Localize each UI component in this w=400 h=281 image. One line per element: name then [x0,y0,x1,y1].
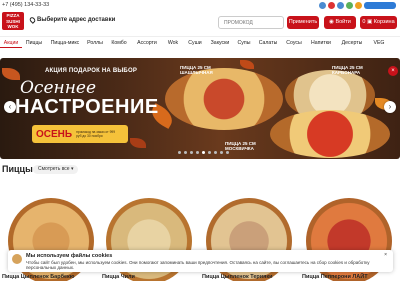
carousel-dots [178,151,229,154]
vk-icon[interactable] [319,2,326,9]
nav-item-pizzas[interactable]: Пиццы [22,37,46,48]
product-names: Пицца Цыпленок Барбекю Пицца Чили Пицца … [0,274,400,280]
banner-label-carbonara: ПИЦЦА 25 СМ КАРБОНАРА [332,65,363,75]
category-nav: Акции Пиццы Пицца-микс Роллы Комбо Ассор… [0,36,400,48]
banner-close-button[interactable]: × [388,66,398,76]
section-title: Пиццы [2,164,33,174]
cart-button[interactable]: 0 ▣ Корзина [360,16,397,29]
location-pin-icon [28,16,37,24]
phone-link[interactable]: +7 (495) 134-33-33 [2,2,49,8]
cart-count: 0 [362,19,366,25]
nav-item-sauces[interactable]: Соусы [282,37,306,48]
carousel-dot[interactable] [220,151,223,154]
product-name[interactable]: Пицца Цыпленок Барбекю [0,274,100,280]
view-all-dropdown[interactable]: Смотреть все ▾ [33,165,79,174]
nav-item-combo[interactable]: Комбо [106,37,132,48]
address-label: Выберите адрес доставки [37,17,116,23]
carousel-dot[interactable] [208,151,211,154]
nav-item-pizza-mix[interactable]: Пицца-микс [46,37,84,48]
app-download-icon[interactable] [364,2,396,9]
banner-label-moskvichka: ПИЦЦА 25 СМ МОСКВИЧКА [225,141,256,151]
banner-title-line2: НАСТРОЕНИЕ [15,96,159,118]
ticket-promo-code: ОСЕНЬ [36,128,73,140]
nav-item-soups[interactable]: Супы [234,37,254,48]
nav-item-rolls[interactable]: Роллы [84,37,106,48]
logo[interactable]: PIZZA SUSHI WOK [2,12,24,30]
product-name[interactable]: Пицца Пепперони ЛАЙТ [300,274,400,280]
login-label: Войти [335,19,351,25]
carousel-dot[interactable] [196,151,199,154]
carousel-dot[interactable] [214,151,217,154]
carousel-dot[interactable] [226,151,229,154]
nav-item-sushi[interactable]: Суши [184,37,206,48]
nav-item-assorti[interactable]: Ассорти [132,37,162,48]
nav-item-salads[interactable]: Салаты [254,37,282,48]
social-links [319,2,396,9]
youtube-icon[interactable] [328,2,335,9]
cookie-icon [12,254,22,264]
apply-promo-button[interactable]: Применить [287,16,319,29]
ticket-note: промокод на заказ от 999 руб до 30 ноябр… [76,130,116,138]
pizza-image-shashlik [165,68,283,130]
cookie-text: Чтобы сайт был удобен, мы используем coo… [26,260,370,270]
leaf-decoration [240,60,254,69]
carousel-dot[interactable] [184,151,187,154]
cookie-notice: Мы используем файлы cookies Чтобы сайт б… [8,250,393,272]
leaf-decoration [2,68,20,80]
promo-code-input[interactable] [218,16,284,29]
login-button[interactable]: ◉ Войти [324,16,356,29]
promo-banner[interactable]: АКЦИЯ ПОДАРОК НА ВЫБОР Осеннее НАСТРОЕНИ… [0,58,400,159]
carousel-dot-active[interactable] [202,151,205,154]
banner-title-line1: Осеннее [20,78,97,98]
whatsapp-icon[interactable] [346,2,353,9]
pizza-image-moskvichka [270,110,390,158]
product-name[interactable]: Пицца Цыпленок Терияки [200,274,300,280]
leaf-decoration [130,138,146,148]
viber-icon[interactable] [355,2,362,9]
logo-text: PIZZA SUSHI WOK [6,13,20,29]
address-selector[interactable]: Выберите адрес доставки [28,16,116,24]
carousel-dot[interactable] [190,151,193,154]
nav-item-promos[interactable]: Акции [0,37,22,48]
cookie-title: Мы используем файлы cookies [26,253,113,259]
promo-code-ticket: ОСЕНЬ промокод на заказ от 999 руб до 30… [32,125,128,143]
nav-item-desserts[interactable]: Десерты [336,37,368,48]
header: PIZZA SUSHI WOK Выберите адрес доставки … [0,12,400,34]
product-name[interactable]: Пицца Чили [100,274,200,280]
top-bar: +7 (495) 134-33-33 [0,0,400,12]
nav-item-snacks[interactable]: Закуски [206,37,234,48]
banner-next-button[interactable]: › [384,101,396,113]
telegram-icon[interactable] [337,2,344,9]
nav-item-veg[interactable]: VEG [368,37,390,48]
cart-icon: ▣ [366,19,374,25]
nav-item-drinks[interactable]: Напитки [306,37,336,48]
cookie-close-button[interactable]: × [384,252,387,258]
banner-promo-line: АКЦИЯ ПОДАРОК НА ВЫБОР [45,68,138,74]
banner-label-shashlik: ПИЦЦА 25 СМ ШАШЛЫЧНАЯ [180,65,213,75]
banner-prev-button[interactable]: ‹ [4,101,16,113]
nav-item-wok[interactable]: Wok [162,37,184,48]
carousel-dot[interactable] [178,151,181,154]
cart-label: Корзина [373,19,395,25]
